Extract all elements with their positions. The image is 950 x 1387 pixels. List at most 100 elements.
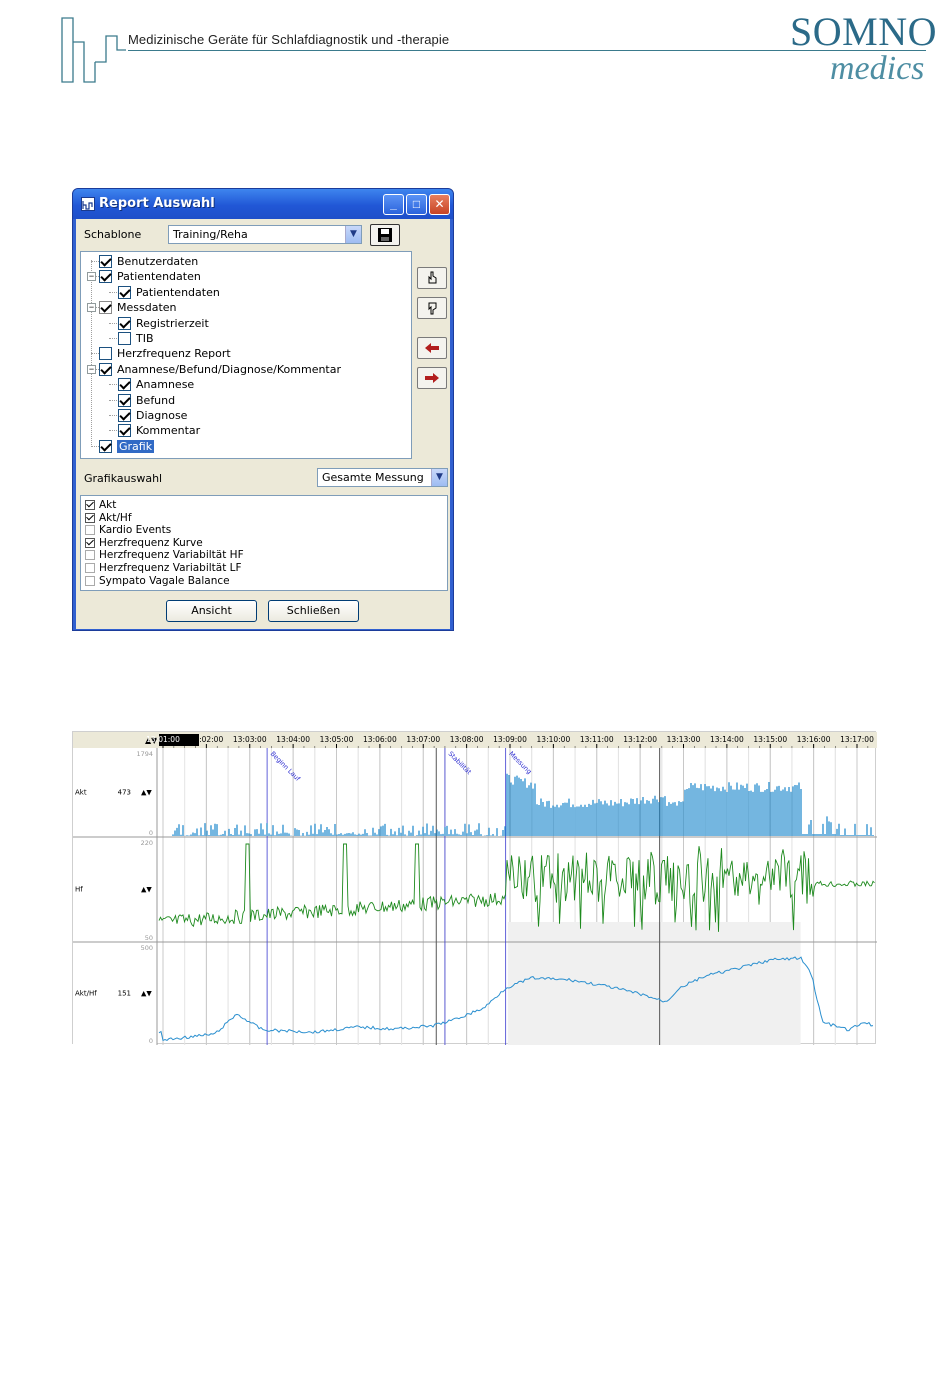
track-ymin-label: 50: [145, 934, 153, 942]
grafik-list-item[interactable]: Herzfrequenz Variabiltät LF: [85, 562, 242, 574]
schablone-label: Schablone: [84, 228, 142, 241]
dialog-titlebar[interactable]: Report Auswahl _ □ ✕: [73, 189, 453, 219]
tree-item-label: Herzfrequenz Report: [117, 347, 231, 361]
tree-item[interactable]: TIB: [118, 331, 154, 346]
grafik-checkbox[interactable]: [85, 512, 95, 523]
tree-checkbox[interactable]: [118, 393, 131, 407]
report-tree[interactable]: Benutzerdaten − Patientendaten Patientendat…: [80, 251, 412, 459]
tree-item[interactable]: Kommentar: [118, 423, 200, 438]
ansicht-button[interactable]: Ansicht: [166, 600, 257, 622]
tree-item[interactable]: Messdaten: [99, 300, 177, 315]
tree-item[interactable]: Patientendaten: [118, 285, 220, 300]
grafik-value: Gesamte Messung: [322, 471, 424, 484]
grafik-checkbox[interactable]: [85, 537, 95, 548]
tree-checkbox[interactable]: [99, 347, 112, 361]
hf-series: [158, 843, 875, 932]
grafik-checkbox[interactable]: [85, 563, 95, 573]
grafik-select[interactable]: Gesamte Messung ▼: [317, 468, 448, 487]
sort-arrows-icon[interactable]: ▲▼: [141, 789, 152, 797]
tree-guide: [109, 291, 117, 293]
grafik-list-item[interactable]: Sympato Vagale Balance: [85, 575, 230, 587]
event-marker-label: Beginn Lauf: [269, 750, 303, 784]
remove-button[interactable]: [417, 337, 447, 359]
tree-item[interactable]: Herzfrequenz Report: [99, 346, 231, 361]
tree-checkbox[interactable]: [99, 270, 112, 284]
tree-item[interactable]: Anamnese/Befund/Diagnose/Kommentar: [99, 362, 341, 377]
grafik-list-item[interactable]: Kardio Events: [85, 524, 171, 536]
track-value: 473: [118, 789, 131, 797]
tree-item-label: Anamnese: [136, 378, 195, 392]
tree-item[interactable]: Patientendaten: [99, 269, 201, 284]
tree-item-label: Benutzerdaten: [117, 255, 199, 268]
move-down-icon: [428, 302, 437, 315]
sort-arrows-icon[interactable]: ▲▼: [141, 990, 152, 998]
grafik-checkbox[interactable]: [85, 575, 95, 586]
tree-item-label: Anamnese/Befund/Diagnose/Kommentar: [117, 362, 342, 376]
tree-guide: [91, 445, 99, 447]
time-tick-label: 13:03:00: [233, 735, 267, 744]
grafik-list-item[interactable]: Akt/Hf: [85, 512, 132, 524]
time-tick-label: 13:10:00: [537, 735, 571, 744]
tree-collapse-icon[interactable]: −: [87, 272, 96, 282]
grafik-list-item[interactable]: Akt: [85, 499, 116, 511]
tree-checkbox[interactable]: [99, 439, 112, 453]
brand-somno: SOMNO: [790, 9, 937, 54]
grafik-checkbox[interactable]: [85, 525, 95, 536]
tree-item[interactable]: Befund: [118, 393, 175, 408]
chevron-down-icon[interactable]: ▼: [431, 469, 447, 486]
add-button[interactable]: [417, 367, 447, 389]
tree-item[interactable]: Anamnese: [118, 377, 194, 392]
dialog-body: Schablone Training/Reha ▼ Benutzerdaten −…: [76, 219, 450, 629]
tree-checkbox[interactable]: [118, 285, 131, 299]
track-ymax-label: 1794: [136, 750, 153, 758]
tree-checkbox[interactable]: [118, 409, 131, 422]
track-ymax-label: 500: [141, 944, 153, 952]
arrow-right-icon: [425, 373, 439, 383]
move-up-button[interactable]: [417, 267, 447, 289]
tree-checkbox[interactable]: [118, 378, 131, 392]
tree-item[interactable]: Registrierzeit: [118, 316, 209, 331]
dialog-title: Report Auswahl: [99, 196, 215, 211]
tree-checkbox[interactable]: [99, 255, 112, 268]
time-tick-label: 13:13:00: [667, 735, 701, 744]
save-template-button[interactable]: [370, 224, 400, 246]
sort-arrows-icon[interactable]: ▲▼: [141, 886, 152, 894]
time-tick-label: 13:12:00: [623, 735, 657, 744]
minimize-button[interactable]: _: [383, 194, 404, 215]
grafik-checkbox[interactable]: [85, 500, 95, 510]
time-tick-label: 13:04:00: [276, 735, 310, 744]
tree-collapse-icon[interactable]: −: [87, 303, 96, 313]
tree-guide: [109, 399, 117, 401]
tree-item-label: Befund: [136, 393, 176, 407]
grafik-checkbox[interactable]: [85, 550, 95, 561]
tree-checkbox[interactable]: [118, 332, 131, 345]
schablone-row: Schablone Training/Reha ▼: [76, 219, 452, 249]
track-name: Akt: [75, 789, 87, 797]
grafik-list[interactable]: Akt Akt/Hf Kardio Events Herzfrequenz Kurve…: [80, 495, 448, 591]
grafik-list-item[interactable]: Herzfrequenz Variabiltät HF: [85, 549, 244, 561]
grafik-list-item[interactable]: Herzfrequenz Kurve: [85, 537, 203, 549]
tree-checkbox[interactable]: [118, 316, 131, 330]
track-name: Akt/Hf: [75, 990, 97, 998]
close-button[interactable]: ✕: [429, 194, 450, 215]
time-tick-label: 13:02:00: [190, 735, 224, 744]
move-down-button[interactable]: [417, 297, 447, 319]
schablone-select[interactable]: Training/Reha ▼: [168, 225, 362, 244]
tree-checkbox[interactable]: [99, 362, 112, 376]
minimize-icon: _: [390, 197, 397, 211]
schliessen-button[interactable]: Schließen: [268, 600, 359, 622]
chevron-down-icon[interactable]: ▼: [345, 226, 361, 243]
brand-medics: medics: [830, 50, 925, 87]
tree-collapse-icon[interactable]: −: [87, 364, 96, 374]
time-tick-label: 13:11:00: [580, 735, 614, 744]
grafik-row: Grafikauswahl Gesamte Messung ▼: [76, 463, 452, 493]
tree-guide: [109, 415, 117, 416]
tree-item[interactable]: Diagnose: [118, 408, 187, 423]
tree-checkbox[interactable]: [118, 424, 131, 438]
tree-item[interactable]: Benutzerdaten: [99, 254, 198, 269]
time-tick-label: 13:08:00: [450, 735, 484, 744]
tree-item[interactable]: Grafik: [99, 439, 155, 454]
maximize-button[interactable]: □: [406, 194, 427, 215]
signal-chart[interactable]: ▲▼ 13:01:00 13:02:00 13:03:00 13:04:00 13:05:…: [72, 731, 877, 1045]
tree-checkbox[interactable]: [99, 301, 112, 315]
